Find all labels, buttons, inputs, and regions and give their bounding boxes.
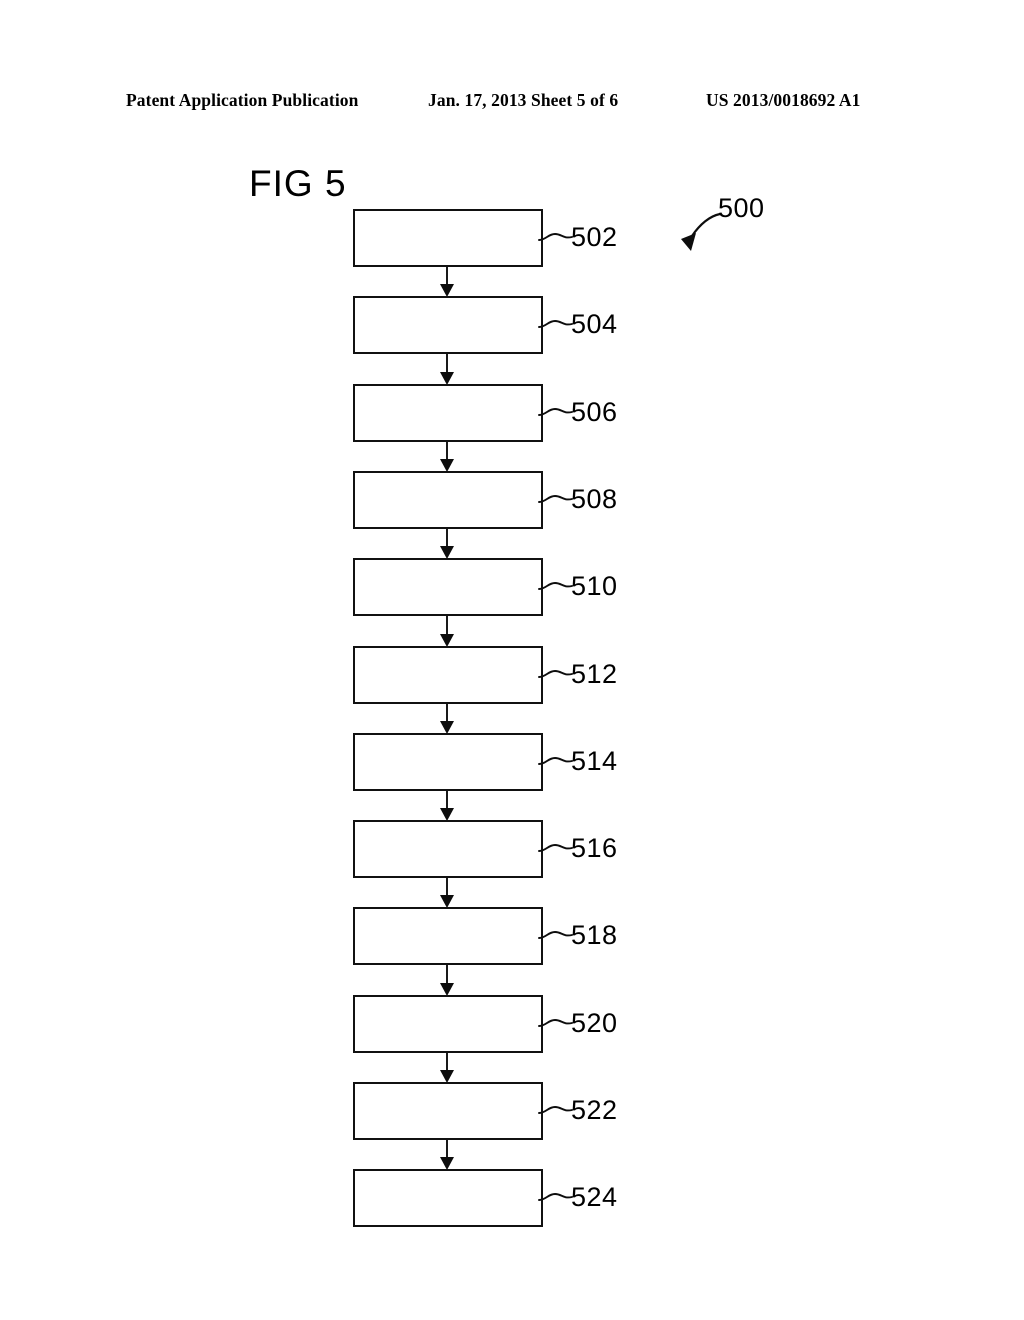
reference-number-520: 520 [571, 1007, 618, 1038]
leader-line-522 [538, 1101, 575, 1121]
flowchart-step-520 [353, 994, 543, 1053]
patent-drawing-page: Patent Application Publication Jan. 17, … [0, 0, 1024, 1320]
leader-line-514 [538, 752, 575, 772]
connector-508-to-510 [446, 528, 448, 548]
connector-520-to-522 [446, 1052, 448, 1071]
leader-line-506 [538, 403, 575, 423]
reference-number-514: 514 [571, 745, 618, 776]
connector-522-to-524 [446, 1140, 448, 1159]
flowchart-step-506 [353, 383, 543, 442]
connector-502-to-504 [446, 267, 448, 286]
connector-504-to-506 [446, 354, 448, 373]
reference-number-516: 516 [571, 833, 618, 864]
flowchart-step-502 [353, 209, 543, 267]
reference-number-512: 512 [571, 658, 618, 689]
leader-line-504 [538, 315, 575, 335]
leader-line-520 [538, 1014, 575, 1034]
leader-line-508 [538, 490, 575, 510]
leader-line-524 [538, 1188, 575, 1208]
flowchart-step-516 [353, 820, 543, 879]
connector-518-to-520 [446, 965, 448, 984]
reference-number-502: 502 [571, 222, 618, 252]
flowchart-step-524 [353, 1169, 543, 1228]
flowchart-step-514 [353, 732, 543, 791]
flowchart-step-518 [353, 907, 543, 966]
reference-number-504: 504 [571, 309, 618, 340]
flowchart-step-508 [353, 470, 543, 529]
connector-512-to-514 [446, 703, 448, 722]
reference-number-506: 506 [571, 396, 618, 427]
reference-number-522: 522 [571, 1095, 618, 1125]
leader-line-516 [538, 839, 575, 859]
flowchart: 502 504 506 508 510 512 514 516 518 520 522 524 [0, 0, 1024, 1320]
reference-number-524: 524 [571, 1182, 618, 1213]
reference-number-508: 508 [571, 483, 618, 514]
connector-506-to-508 [446, 441, 448, 460]
flowchart-step-504 [353, 296, 543, 355]
leader-line-512 [538, 665, 575, 685]
reference-number-510: 510 [571, 571, 618, 602]
flowchart-step-512 [353, 645, 543, 704]
leader-line-502 [538, 228, 575, 248]
connector-514-to-516 [446, 790, 448, 810]
leader-line-510 [538, 577, 575, 597]
connector-510-to-512 [446, 616, 448, 635]
connector-516-to-518 [446, 878, 448, 897]
flowchart-step-522 [353, 1082, 543, 1140]
leader-line-518 [538, 926, 575, 946]
flowchart-step-510 [353, 558, 543, 617]
reference-number-518: 518 [571, 920, 618, 951]
